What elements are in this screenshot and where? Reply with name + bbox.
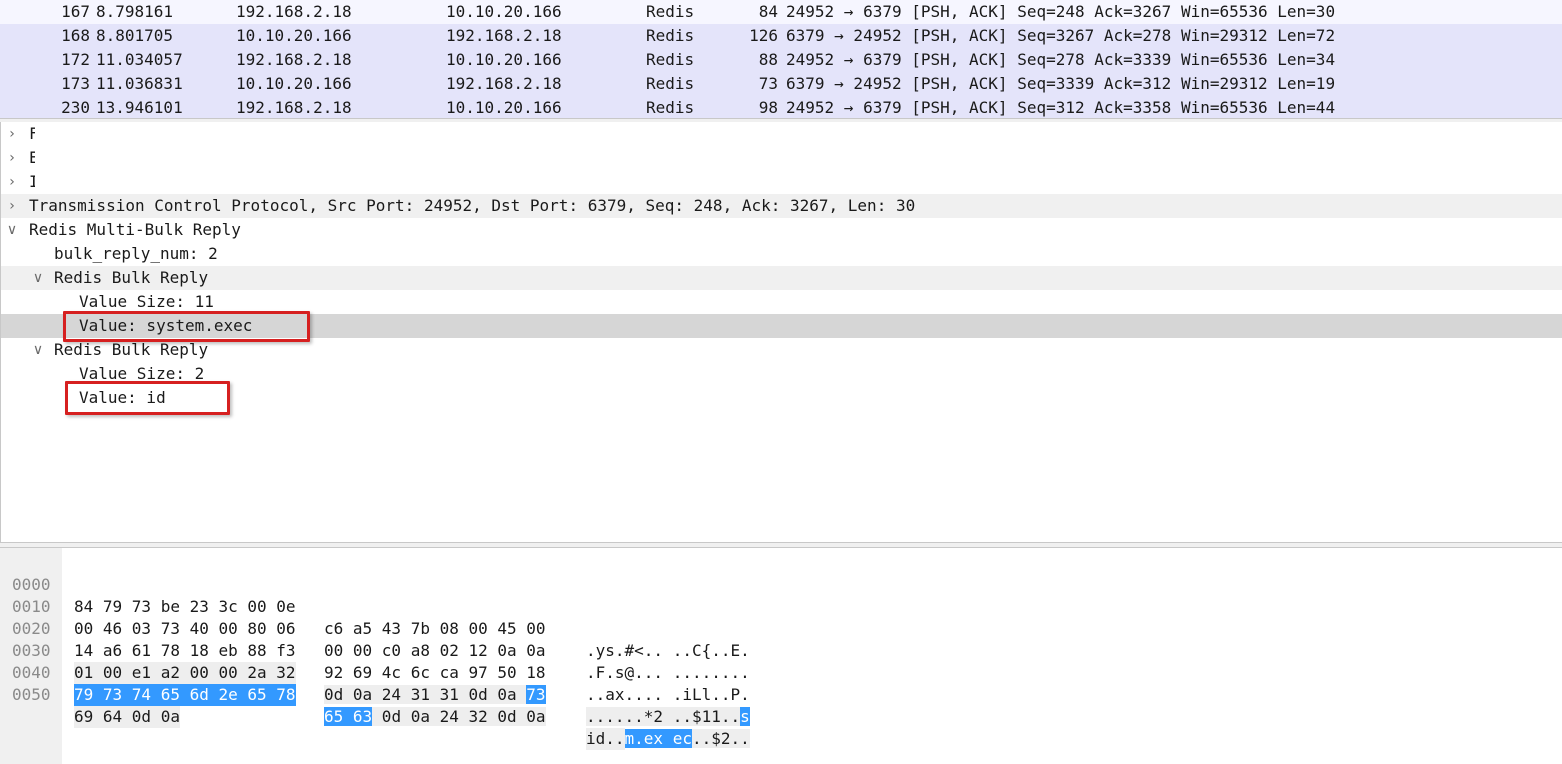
packet-time: 11.036831: [96, 74, 183, 93]
packet-row[interactable]: 167 8.798161 192.168.2.18 10.10.20.166 R…: [0, 0, 1562, 24]
packet-destination: 10.10.20.166: [446, 2, 562, 21]
tree-node-redis[interactable]: ∨ Redis Multi-Bulk Reply: [1, 218, 1562, 242]
packet-info: 24952 → 6379 [PSH, ACK] Seq=278 Ack=3339…: [786, 50, 1336, 69]
packet-length: 84: [758, 2, 778, 21]
chevron-right-icon[interactable]: ›: [5, 122, 19, 146]
hex-bytes: 0d 0a 24 32 0d 0a: [372, 707, 546, 726]
hex-bytes-selected: 79 73 74 65 6d 2e 65 78: [74, 684, 296, 706]
packet-length: 126: [749, 26, 778, 45]
ascii-bytes: ..$2..: [691, 729, 750, 748]
packet-protocol: Redis: [646, 74, 695, 93]
packet-row[interactable]: 173 11.036831 10.10.20.166 192.168.2.18 …: [0, 72, 1562, 96]
ascii-bytes-selected: s: [740, 707, 750, 726]
tree-node-tcp[interactable]: › Transmission Control Protocol, Src Por…: [1, 194, 1562, 218]
packet-source: 192.168.2.18: [236, 98, 352, 117]
packet-length: 98: [758, 98, 778, 117]
packet-source: 10.10.20.166: [236, 26, 352, 45]
hex-bytes: 0d 0a 24 31 31 0d 0a: [324, 685, 527, 704]
packet-info: 24952 → 6379 [PSH, ACK] Seq=312 Ack=3358…: [786, 98, 1336, 117]
hex-bytes-selected: 73: [526, 685, 546, 704]
tree-leaf-value-size-2[interactable]: Value Size: 2: [1, 362, 1562, 386]
hex-bytes: 69 64 0d 0a: [74, 706, 180, 728]
packet-no: 230: [61, 98, 90, 117]
packet-protocol: Redis: [646, 26, 695, 45]
chevron-down-icon[interactable]: ∨: [31, 338, 45, 362]
redaction-block: [35, 126, 1035, 194]
tree-node-label: Transmission Control Protocol, Src Port:…: [29, 196, 916, 215]
chevron-right-icon[interactable]: ›: [5, 194, 19, 218]
packet-no: 173: [61, 74, 90, 93]
packet-details-tree[interactable]: › F › E › I › Transmission Control Proto…: [0, 122, 1562, 542]
packet-protocol: Redis: [646, 2, 695, 21]
chevron-down-icon[interactable]: ∨: [31, 266, 45, 290]
hex-row[interactable]: 0020 14 a6 61 78 18 eb 88 f3 92 69 4c 6c…: [0, 596, 1562, 704]
tree-leaf-label: bulk_reply_num: 2: [54, 244, 218, 263]
ascii-bytes: ......*2 ..$11..: [586, 707, 741, 726]
packet-info: 24952 → 6379 [PSH, ACK] Seq=248 Ack=3267…: [786, 2, 1336, 21]
chevron-right-icon[interactable]: ›: [5, 170, 19, 194]
tree-node-label: Redis Multi-Bulk Reply: [29, 220, 241, 239]
hex-row[interactable]: 0040 79 73 74 65 6d 2e 65 78 65 63 0d 0a…: [0, 640, 1562, 748]
packet-bytes-pane[interactable]: 0000 84 79 73 be 23 3c 00 0e c6 a5 43 7b…: [0, 548, 1562, 764]
tree-leaf-bulk-reply-num[interactable]: bulk_reply_num: 2: [1, 242, 1562, 266]
hex-bytes-selected: 65 63: [324, 707, 373, 726]
packet-row[interactable]: 168 8.801705 10.10.20.166 192.168.2.18 R…: [0, 24, 1562, 48]
tree-node-label: Redis Bulk Reply: [54, 268, 209, 287]
packet-row[interactable]: 230 13.946101 192.168.2.18 10.10.20.166 …: [0, 96, 1562, 118]
highlight-box-id: [65, 381, 230, 415]
packet-time: 8.798161: [96, 2, 174, 21]
packet-protocol: Redis: [646, 50, 695, 69]
packet-row[interactable]: 172 11.034057 192.168.2.18 10.10.20.166 …: [0, 48, 1562, 72]
hex-offset: 0050: [12, 685, 51, 704]
hex-row[interactable]: 0030 01 00 e1 a2 00 00 2a 32 0d 0a 24 31…: [0, 618, 1562, 726]
packet-info: 6379 → 24952 [PSH, ACK] Seq=3267 Ack=278…: [786, 26, 1336, 45]
packet-info: 6379 → 24952 [PSH, ACK] Seq=3339 Ack=312…: [786, 74, 1336, 93]
packet-destination: 192.168.2.18: [446, 74, 562, 93]
packet-protocol: Redis: [646, 98, 695, 117]
packet-length: 73: [758, 74, 778, 93]
tree-leaf-value-2[interactable]: Value: id: [1, 386, 1562, 410]
packet-destination: 10.10.20.166: [446, 98, 562, 117]
hex-row[interactable]: 0010 00 46 03 73 40 00 80 06 00 00 c0 a8…: [0, 574, 1562, 682]
hex-row[interactable]: 0050 69 64 0d 0a id..: [0, 662, 1562, 750]
packet-time: 8.801705: [96, 26, 174, 45]
chevron-right-icon[interactable]: ›: [5, 146, 19, 170]
packet-length: 88: [758, 50, 778, 69]
ascii-bytes: id..: [586, 728, 625, 750]
packet-no: 172: [61, 50, 90, 69]
highlight-box-system-exec: [63, 311, 310, 342]
packet-time: 13.946101: [96, 98, 183, 117]
packet-no: 167: [61, 2, 90, 21]
tree-node-bulk-reply-1[interactable]: ∨ Redis Bulk Reply: [1, 266, 1562, 290]
hex-row[interactable]: 0000 84 79 73 be 23 3c 00 0e c6 a5 43 7b…: [0, 552, 1562, 660]
packet-time: 11.034057: [96, 50, 183, 69]
packet-source: 192.168.2.18: [236, 2, 352, 21]
packet-source: 192.168.2.18: [236, 50, 352, 69]
ascii-bytes: ..ax.... .iLl..P.: [586, 685, 750, 704]
packet-source: 10.10.20.166: [236, 74, 352, 93]
chevron-down-icon[interactable]: ∨: [5, 218, 19, 242]
packet-no: 168: [61, 26, 90, 45]
packet-list[interactable]: 167 8.798161 192.168.2.18 10.10.20.166 R…: [0, 0, 1562, 119]
packet-destination: 10.10.20.166: [446, 50, 562, 69]
packet-destination: 192.168.2.18: [446, 26, 562, 45]
